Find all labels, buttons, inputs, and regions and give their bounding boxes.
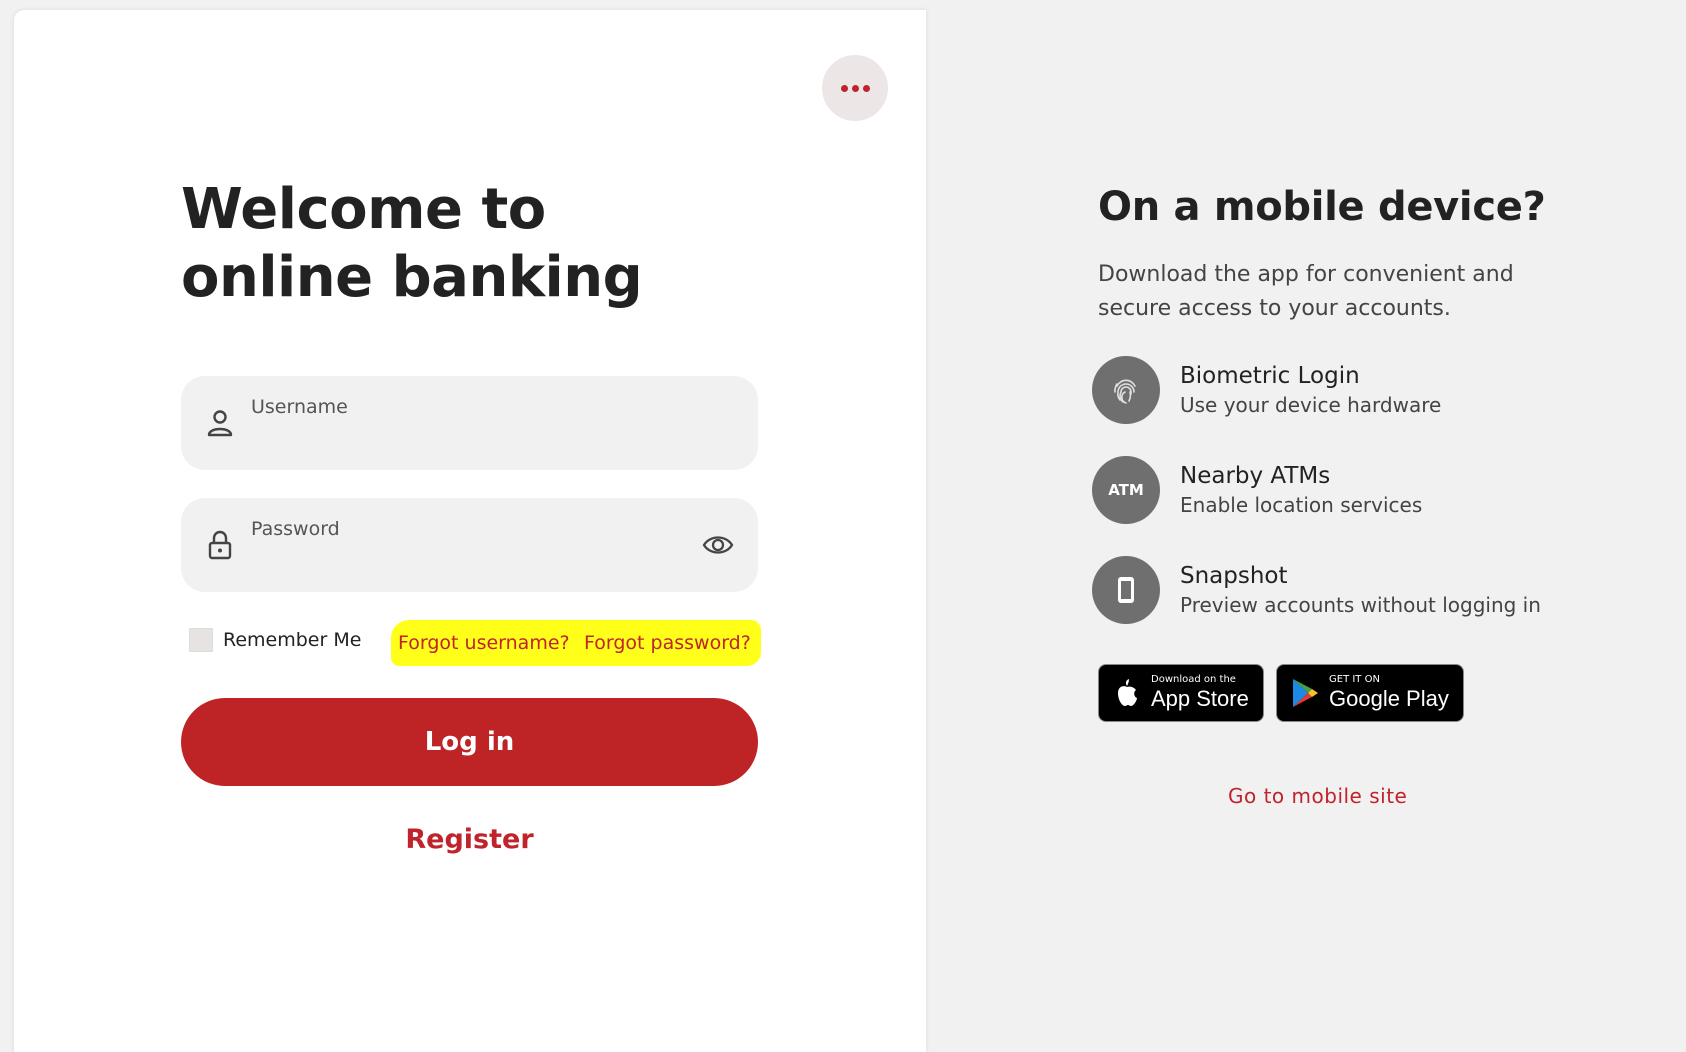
- feature-desc: Enable location services: [1180, 493, 1423, 517]
- remember-me-checkbox[interactable]: Remember Me: [189, 628, 361, 652]
- go-to-mobile-site-link[interactable]: Go to mobile site: [1228, 784, 1407, 808]
- app-store-small: Download on the: [1151, 674, 1236, 685]
- lock-icon: [208, 530, 232, 560]
- feature-snapshot: Snapshot Preview accounts without loggin…: [1092, 556, 1541, 624]
- apple-icon: [1107, 678, 1147, 708]
- more-dots-icon: [840, 84, 870, 92]
- fingerprint-icon: [1092, 356, 1160, 424]
- checkbox-box[interactable]: [189, 628, 213, 652]
- username-field[interactable]: Username: [181, 376, 758, 470]
- phone-icon: [1092, 556, 1160, 624]
- mobile-title: On a mobile device?: [1098, 184, 1546, 230]
- google-play-badge[interactable]: GET IT ON Google Play: [1276, 664, 1464, 722]
- feature-name: Snapshot: [1180, 563, 1288, 589]
- feature-name: Nearby ATMs: [1180, 463, 1331, 489]
- user-icon: [207, 410, 233, 437]
- password-input[interactable]: [251, 546, 675, 578]
- app-store-badge[interactable]: Download on the App Store: [1098, 664, 1264, 722]
- register-link[interactable]: Register: [181, 824, 758, 855]
- login-button[interactable]: Log in: [181, 698, 758, 786]
- google-play-small: GET IT ON: [1329, 674, 1380, 685]
- feature-name: Biometric Login: [1180, 363, 1360, 389]
- more-options-button[interactable]: [822, 55, 888, 121]
- atm-icon: ATM: [1092, 456, 1160, 524]
- page-title: Welcome to online banking: [181, 177, 643, 310]
- show-password-eye-icon[interactable]: [701, 528, 735, 562]
- google-play-icon: [1285, 677, 1325, 709]
- username-label: Username: [251, 396, 348, 418]
- password-field[interactable]: Password: [181, 498, 758, 592]
- mobile-description: Download the app for convenient and secu…: [1098, 262, 1514, 321]
- remember-me-label: Remember Me: [223, 629, 362, 651]
- feature-desc: Preview accounts without logging in: [1180, 593, 1541, 617]
- google-play-big: Google Play: [1329, 686, 1449, 711]
- username-input[interactable]: [251, 424, 675, 456]
- feature-biometric-login: Biometric Login Use your device hardware: [1092, 356, 1441, 424]
- app-store-big: App Store: [1151, 686, 1249, 711]
- forgot-username-link[interactable]: Forgot username?: [398, 632, 570, 654]
- feature-desc: Use your device hardware: [1180, 393, 1442, 417]
- feature-nearby-atms: ATM Nearby ATMs Enable location services: [1092, 456, 1422, 524]
- forgot-password-link[interactable]: Forgot password?: [584, 632, 751, 654]
- atm-icon-label: ATM: [1108, 481, 1144, 499]
- password-label: Password: [251, 518, 340, 540]
